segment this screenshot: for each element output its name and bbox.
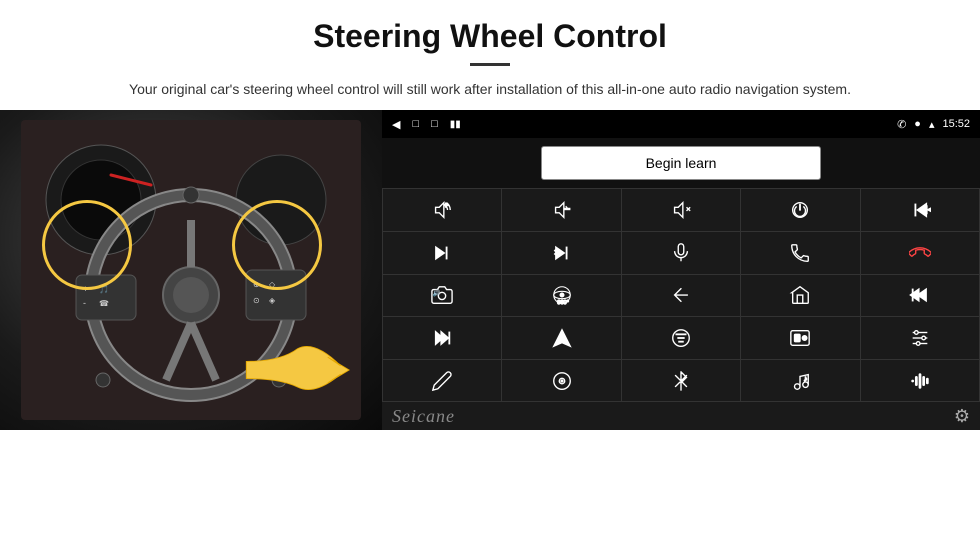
signal-icon: ▮▮ <box>450 119 461 130</box>
icon-skip-back[interactable] <box>861 275 979 317</box>
icon-mic[interactable] <box>622 232 740 274</box>
back-nav-icon[interactable]: ◀ <box>392 118 400 131</box>
icon-prev-track[interactable]: |◀◀ <box>861 189 979 231</box>
icon-pen[interactable] <box>383 360 501 402</box>
header-section: Steering Wheel Control Your original car… <box>0 0 980 110</box>
status-bar: ◀ □ □ ▮▮ ✆ ● ▴ 15:52 <box>382 110 980 138</box>
icon-shuffle[interactable]: ✕ <box>502 232 620 274</box>
content-area: + - 🎵 ☎ ⊕ ◇ ⊙ ◈ <box>0 110 980 544</box>
svg-text:−: − <box>564 204 569 214</box>
begin-learn-row: Begin learn <box>382 138 980 188</box>
icon-vol-down[interactable]: − <box>502 189 620 231</box>
icon-nav[interactable] <box>502 317 620 359</box>
highlight-circle-left <box>42 200 132 290</box>
icon-fast-forward[interactable] <box>383 317 501 359</box>
icon-eq[interactable] <box>622 317 740 359</box>
subtitle: Your original car's steering wheel contr… <box>110 78 870 100</box>
clock: 15:52 <box>942 118 970 130</box>
status-bar-right: ✆ ● ▴ 15:52 <box>897 118 970 131</box>
begin-learn-button[interactable]: Begin learn <box>541 146 821 180</box>
icon-settings-tune[interactable] <box>861 317 979 359</box>
steering-wheel-bg: + - 🎵 ☎ ⊕ ◇ ⊙ ◈ <box>0 110 382 430</box>
svg-text:🔊: 🔊 <box>433 288 441 297</box>
svg-text:☎: ☎ <box>99 299 109 308</box>
icon-vol-mute[interactable] <box>622 189 740 231</box>
icon-radio[interactable] <box>502 360 620 402</box>
svg-text:⊙: ⊙ <box>253 296 260 305</box>
icon-back[interactable] <box>622 275 740 317</box>
svg-text:-: - <box>83 298 86 308</box>
icon-record[interactable] <box>741 317 859 359</box>
svg-text:+: + <box>444 200 448 209</box>
icon-grid: + − |◀◀ ✕ <box>382 188 980 402</box>
location-icon: ● <box>914 118 921 130</box>
yellow-arrow <box>242 340 362 400</box>
icon-bluetooth[interactable] <box>622 360 740 402</box>
svg-text:360°: 360° <box>557 301 568 307</box>
page-wrapper: Steering Wheel Control Your original car… <box>0 0 980 544</box>
svg-text:|◀◀: |◀◀ <box>925 205 931 214</box>
watermark-bar: Seicane ⚙ <box>382 402 980 430</box>
watermark-text: Seicane <box>392 406 455 427</box>
icon-hang-up[interactable] <box>861 232 979 274</box>
icon-power[interactable] <box>741 189 859 231</box>
icon-music[interactable]: ♪ <box>741 360 859 402</box>
icon-phone[interactable] <box>741 232 859 274</box>
android-panel: ◀ □ □ ▮▮ ✆ ● ▴ 15:52 Begin learn <box>382 110 980 430</box>
icon-camera[interactable]: 🔊 <box>383 275 501 317</box>
svg-text:♪: ♪ <box>804 374 808 383</box>
icon-voice-eq[interactable] <box>861 360 979 402</box>
status-bar-left: ◀ □ □ ▮▮ <box>392 118 461 131</box>
page-title: Steering Wheel Control <box>60 18 920 55</box>
title-divider <box>470 63 510 66</box>
gear-icon[interactable]: ⚙ <box>954 406 970 427</box>
svg-text:◈: ◈ <box>269 296 276 305</box>
steering-wheel-panel: + - 🎵 ☎ ⊕ ◇ ⊙ ◈ <box>0 110 382 430</box>
phone-signal-icon: ✆ <box>897 118 906 131</box>
highlight-circle-right <box>232 200 322 290</box>
home-nav-icon[interactable]: □ <box>412 118 419 130</box>
icon-home[interactable] <box>741 275 859 317</box>
wifi-icon: ▴ <box>929 118 935 131</box>
icon-360[interactable]: 360° <box>502 275 620 317</box>
icon-skip-forward[interactable] <box>383 232 501 274</box>
icon-vol-up[interactable]: + <box>383 189 501 231</box>
svg-text:✕: ✕ <box>553 248 559 257</box>
recents-nav-icon[interactable]: □ <box>431 118 438 130</box>
